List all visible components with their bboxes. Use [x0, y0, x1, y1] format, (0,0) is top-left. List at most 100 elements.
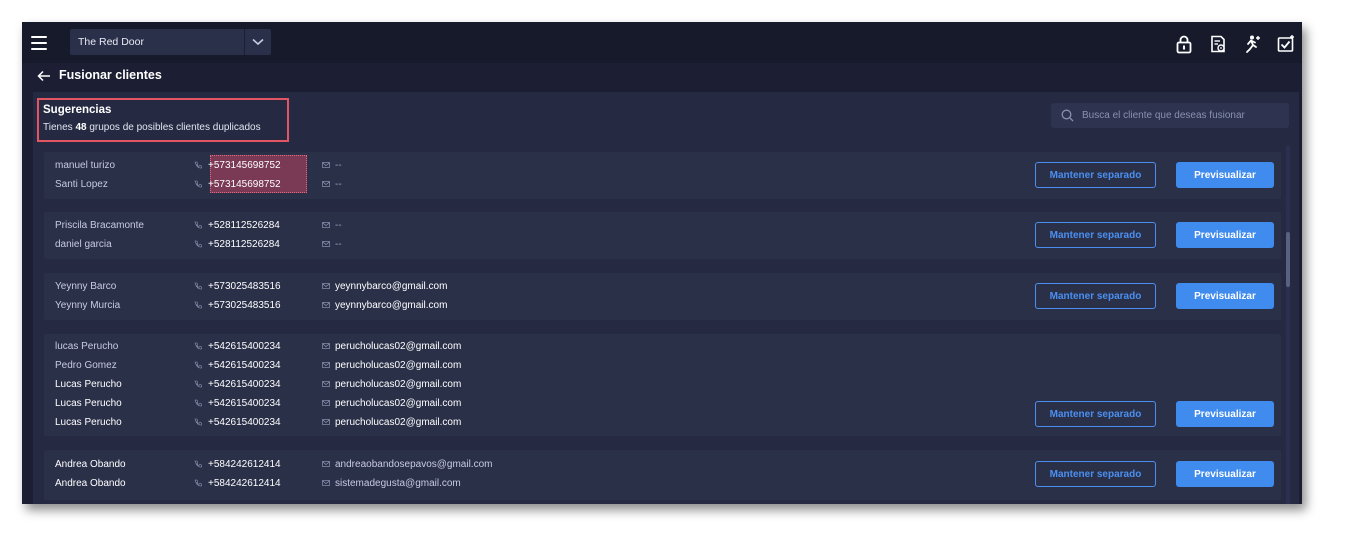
client-phone: +528112526284: [194, 239, 280, 250]
phone-icon: [194, 161, 202, 169]
email-address: perucholucas02@gmail.com: [335, 417, 462, 428]
scrollbar-track[interactable]: [1286, 146, 1290, 504]
phone-icon: [194, 418, 202, 426]
email-icon: [322, 222, 330, 228]
client-name: Priscila Bracamonte: [55, 220, 144, 231]
phone-icon: [194, 399, 202, 407]
duplicate-group: Andrea Obando +584242612414 andreaobando…: [44, 450, 1281, 500]
phone-icon: [194, 361, 202, 369]
email-icon: [322, 302, 330, 308]
app-window: The Red Door Fusionar clientes Sugerenci…: [22, 22, 1302, 504]
phone-number: +573145698752: [208, 160, 281, 171]
email-address: yeynnybarco@gmail.com: [335, 281, 448, 292]
phone-number: +528112526284: [208, 239, 280, 250]
client-phone: +542615400234: [194, 360, 281, 371]
client-phone: +542615400234: [194, 341, 281, 352]
top-bar: The Red Door: [22, 22, 1302, 63]
preview-button[interactable]: Previsualizar: [1176, 401, 1274, 427]
search-icon: [1061, 109, 1074, 127]
phone-number: +573145698752: [208, 179, 281, 190]
running-person-icon[interactable]: [1242, 34, 1262, 54]
back-arrow-icon[interactable]: [37, 69, 51, 82]
search-input[interactable]: Busca el cliente que deseas fusionar: [1051, 103, 1289, 128]
client-email: perucholucas02@gmail.com: [322, 360, 461, 371]
lock-icon[interactable]: [1174, 34, 1194, 54]
keep-separate-button[interactable]: Mantener separado: [1035, 162, 1156, 188]
email-icon: [322, 343, 330, 349]
phone-number: +542615400234: [208, 360, 281, 371]
store-selector[interactable]: The Red Door: [70, 29, 271, 55]
email-address: perucholucas02@gmail.com: [335, 398, 462, 409]
suggestions-subtitle: Tienes 48 grupos de posibles clientes du…: [43, 122, 261, 133]
email-icon: [322, 400, 330, 406]
checklist-icon[interactable]: [1276, 34, 1296, 54]
phone-number: +528112526284: [208, 220, 280, 231]
duplicate-group: Yeynny Barco +573025483516 yeynnybarco@g…: [44, 273, 1281, 320]
scrollbar-thumb[interactable]: [1286, 232, 1290, 287]
email-icon: [322, 181, 330, 187]
phone-number: +584242612414: [208, 459, 281, 470]
client-email: sistemadegusta@gmail.com: [322, 478, 461, 489]
client-name: Lucas Perucho: [55, 398, 122, 409]
client-phone: +542615400234: [194, 379, 281, 390]
client-phone: +584242612414: [194, 478, 281, 489]
client-name: Yeynny Murcia: [55, 300, 121, 311]
email-icon: [322, 461, 330, 467]
phone-icon: [194, 460, 202, 468]
phone-icon: [194, 342, 202, 350]
phone-number: +542615400234: [208, 379, 281, 390]
email-icon: [322, 241, 330, 247]
phone-icon: [194, 282, 202, 290]
email-address: --: [335, 179, 342, 190]
email-icon: [322, 381, 330, 387]
client-name: daniel garcia: [55, 239, 112, 250]
email-icon: [322, 283, 330, 289]
suggestions-sub-prefix: Tienes: [43, 122, 73, 133]
client-name: Andrea Obando: [55, 478, 126, 489]
phone-icon: [194, 380, 202, 388]
keep-separate-button[interactable]: Mantener separado: [1035, 461, 1156, 487]
preview-button[interactable]: Previsualizar: [1176, 283, 1274, 309]
phone-icon: [194, 479, 202, 487]
duplicate-group: Priscila Bracamonte +528112526284 -- dan…: [44, 212, 1281, 259]
client-email: perucholucas02@gmail.com: [322, 398, 461, 409]
client-phone: +573145698752: [194, 179, 281, 190]
client-email: --: [322, 160, 342, 171]
phone-number: +542615400234: [208, 398, 281, 409]
client-phone: +584242612414: [194, 459, 281, 470]
phone-icon: [194, 221, 202, 229]
suggestions-sub-suffix: grupos de posibles clientes duplicados: [89, 122, 261, 133]
client-email: yeynnybarco@gmail.com: [322, 300, 447, 311]
client-email: perucholucas02@gmail.com: [322, 341, 461, 352]
client-name: Yeynny Barco: [55, 281, 117, 292]
client-phone: +573025483516: [194, 300, 281, 311]
client-phone: +542615400234: [194, 398, 281, 409]
client-email: perucholucas02@gmail.com: [322, 379, 461, 390]
email-address: --: [335, 239, 342, 250]
client-phone: +573145698752: [194, 160, 281, 171]
duplicate-group: lucas Perucho +542615400234 perucholucas…: [44, 334, 1281, 436]
client-phone: +573025483516: [194, 281, 281, 292]
keep-separate-button[interactable]: Mantener separado: [1035, 283, 1156, 309]
preview-button[interactable]: Previsualizar: [1176, 162, 1274, 188]
document-settings-icon[interactable]: [1208, 34, 1228, 54]
menu-icon[interactable]: [31, 36, 47, 50]
preview-button[interactable]: Previsualizar: [1176, 461, 1274, 487]
client-phone: +528112526284: [194, 220, 280, 231]
phone-number: +542615400234: [208, 417, 281, 428]
email-address: sistemadegusta@gmail.com: [335, 478, 461, 489]
email-icon: [322, 362, 330, 368]
preview-button[interactable]: Previsualizar: [1176, 222, 1274, 248]
phone-number: +573025483516: [208, 281, 281, 292]
client-email: andreaobandosepavos@gmail.com: [322, 459, 492, 470]
keep-separate-button[interactable]: Mantener separado: [1035, 401, 1156, 427]
client-email: --: [322, 179, 342, 190]
keep-separate-button[interactable]: Mantener separado: [1035, 222, 1156, 248]
duplicate-group: manuel turizo +573145698752 -- Santi Lop…: [44, 152, 1281, 199]
store-name: The Red Door: [78, 36, 144, 48]
phone-number: +584242612414: [208, 478, 281, 489]
email-address: yeynnybarco@gmail.com: [335, 300, 448, 311]
email-address: perucholucas02@gmail.com: [335, 341, 462, 352]
email-address: perucholucas02@gmail.com: [335, 379, 462, 390]
duplicate-groups-count: 48: [75, 122, 87, 133]
